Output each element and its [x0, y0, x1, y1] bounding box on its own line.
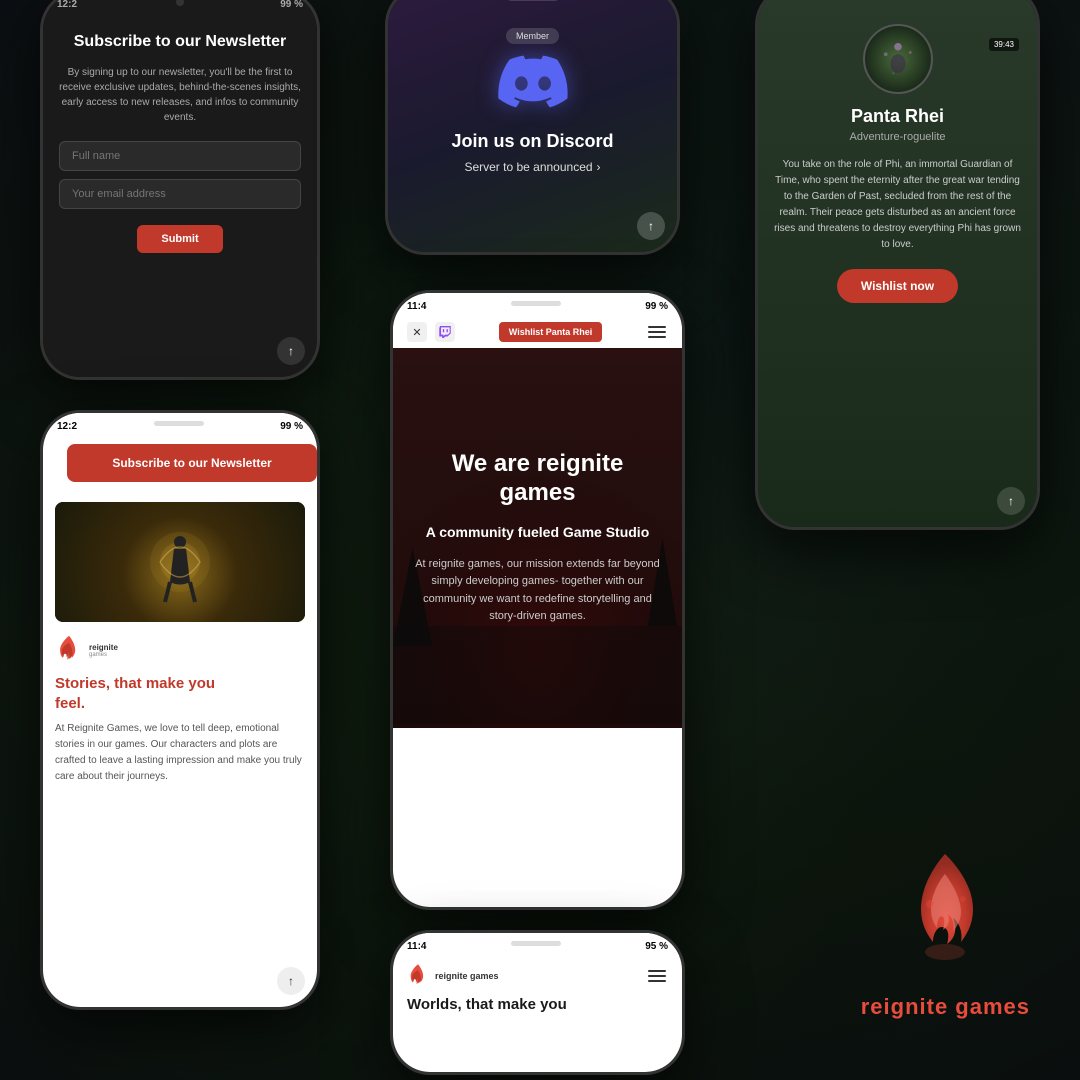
scroll-up-btn-1[interactable]: ↑ [277, 337, 305, 365]
main-status-bar: 11:4 99 % [393, 293, 682, 316]
headline-part2: feel. [55, 695, 85, 712]
game-image-box [55, 502, 305, 622]
status-battery-1: 99 % [280, 0, 303, 10]
worlds-hamburger-line-3 [648, 980, 666, 982]
discord-screen: Member Join us on Discord Server to be a… [388, 0, 677, 252]
panta-subtitle: Adventure-roguelite [774, 131, 1021, 143]
hamburger-menu[interactable] [646, 324, 668, 340]
twitter-icon[interactable]: ✕ [407, 322, 427, 342]
worlds-status-bar: 11:4 95 % [393, 933, 682, 956]
brand-name-text: reignite games [861, 994, 1030, 1020]
hamburger-line-1 [648, 326, 666, 328]
status-bar-1: 12:2 99 % [43, 0, 317, 12]
worlds-hamburger-line-2 [648, 975, 666, 977]
scroll-up-btn-panta[interactable]: ↑ [997, 487, 1025, 515]
subscribe-hero-button[interactable]: Subscribe to our Newsletter [67, 444, 317, 482]
phone-stories: 12:2 99 % Subscribe to our Newsletter [40, 410, 320, 1010]
server-link[interactable]: Server to be announced › [464, 160, 600, 174]
panta-content: Panta Rhei Adventure-roguelite You take … [758, 8, 1037, 319]
worlds-brand-name: reignite games [435, 971, 499, 981]
scroll-up-btn-stories[interactable]: ↑ [277, 967, 305, 995]
twitch-icon[interactable] [435, 322, 455, 342]
phone-newsletter-top: 12:2 99 % Subscribe to our Newsletter By… [40, 0, 320, 380]
stories-flame-icon [55, 634, 83, 666]
game-avatar [863, 24, 933, 94]
panta-screen: 39:43 [758, 0, 1037, 527]
discord-status-bar [388, 0, 677, 8]
stories-notch [154, 421, 204, 426]
status-time-1: 12:2 [57, 0, 77, 10]
discord-title: Join us on Discord [451, 131, 613, 152]
phone-main: 11:4 99 % ✕ Wishlist Panta Rhei [390, 290, 685, 910]
worlds-header: reignite games [393, 956, 682, 996]
hero-body: At reignite games, our mission extends f… [413, 556, 662, 626]
hero-subtitle: A community fueled Game Studio [413, 524, 662, 540]
submit-button[interactable]: Submit [137, 225, 222, 253]
stories-battery: 99 % [280, 421, 303, 432]
main-battery: 99 % [645, 301, 668, 312]
wishlist-header-button[interactable]: Wishlist Panta Rhei [499, 322, 602, 342]
worlds-time: 11:4 [407, 941, 426, 952]
main-hero: We are reignite games A community fueled… [393, 348, 682, 728]
social-icons: ✕ [407, 322, 455, 342]
stories-logo-text-area: reignite games [89, 643, 118, 658]
wishlist-now-button[interactable]: Wishlist now [837, 269, 958, 303]
stories-headline: Stories, that make you feel. [43, 674, 317, 721]
worlds-notch [511, 941, 561, 946]
newsletter-desc: By signing up to our newsletter, you'll … [59, 65, 301, 125]
phone-worlds: 11:4 95 % reignite games [390, 930, 685, 1075]
brand-prefix: re [861, 994, 884, 1019]
main-screen: 11:4 99 % ✕ Wishlist Panta Rhei [393, 293, 682, 907]
fullname-input[interactable] [59, 141, 301, 171]
brand-logo: reignite games [861, 844, 1030, 1020]
stories-screen: 12:2 99 % Subscribe to our Newsletter [43, 413, 317, 1007]
main-notch [511, 301, 561, 306]
hamburger-line-2 [648, 331, 666, 333]
newsletter-title: Subscribe to our Newsletter [59, 32, 301, 53]
worlds-title: Worlds, that make you [393, 996, 682, 1013]
worlds-hamburger-line-1 [648, 970, 666, 972]
stories-status-bar: 12:2 99 % [43, 413, 317, 436]
stories-logo-area: reignite games [43, 634, 317, 674]
brand-suffix: ignite games [884, 994, 1030, 1019]
main-header: ✕ Wishlist Panta Rhei [393, 316, 682, 348]
discord-logo-icon [498, 54, 568, 123]
worlds-battery: 95 % [645, 941, 668, 952]
server-text: Server to be announced [464, 160, 592, 174]
server-arrow: › [597, 160, 601, 174]
hero-title: We are reignite games [413, 450, 662, 508]
newsletter-screen: 12:2 99 % Subscribe to our Newsletter By… [43, 0, 317, 377]
brand-flame-icon [885, 844, 1005, 984]
member-badge: Member [506, 28, 559, 44]
panta-title: Panta Rhei [774, 106, 1021, 127]
discord-content: Member Join us on Discord Server to be a… [388, 8, 677, 252]
stories-time: 12:2 [57, 421, 77, 432]
panta-desc: You take on the role of Phi, an immortal… [774, 157, 1021, 253]
discord-notch [508, 0, 558, 1]
scroll-up-btn-discord[interactable]: ↑ [637, 212, 665, 240]
phone-discord: Member Join us on Discord Server to be a… [385, 0, 680, 255]
main-time: 11:4 [407, 301, 426, 312]
newsletter-content: Subscribe to our Newsletter By signing u… [43, 12, 317, 273]
headline-part1: Stories, that make you [55, 675, 215, 692]
worlds-logo-text: reignite games [435, 971, 499, 981]
stories-body: At Reignite Games, we love to tell deep,… [43, 721, 317, 785]
hamburger-line-3 [648, 336, 666, 338]
phone-panta: 39:43 [755, 0, 1040, 530]
stories-subscribe-area: Subscribe to our Newsletter [43, 436, 317, 490]
notch-1 [176, 0, 184, 6]
game-timer: 39:43 [989, 38, 1019, 51]
panta-status-area [758, 0, 1037, 8]
worlds-logo-area: reignite games [407, 962, 499, 990]
worlds-flame-icon [407, 962, 429, 990]
worlds-screen: 11:4 95 % reignite games [393, 933, 682, 1072]
worlds-hamburger[interactable] [646, 968, 668, 984]
email-input[interactable] [59, 179, 301, 209]
